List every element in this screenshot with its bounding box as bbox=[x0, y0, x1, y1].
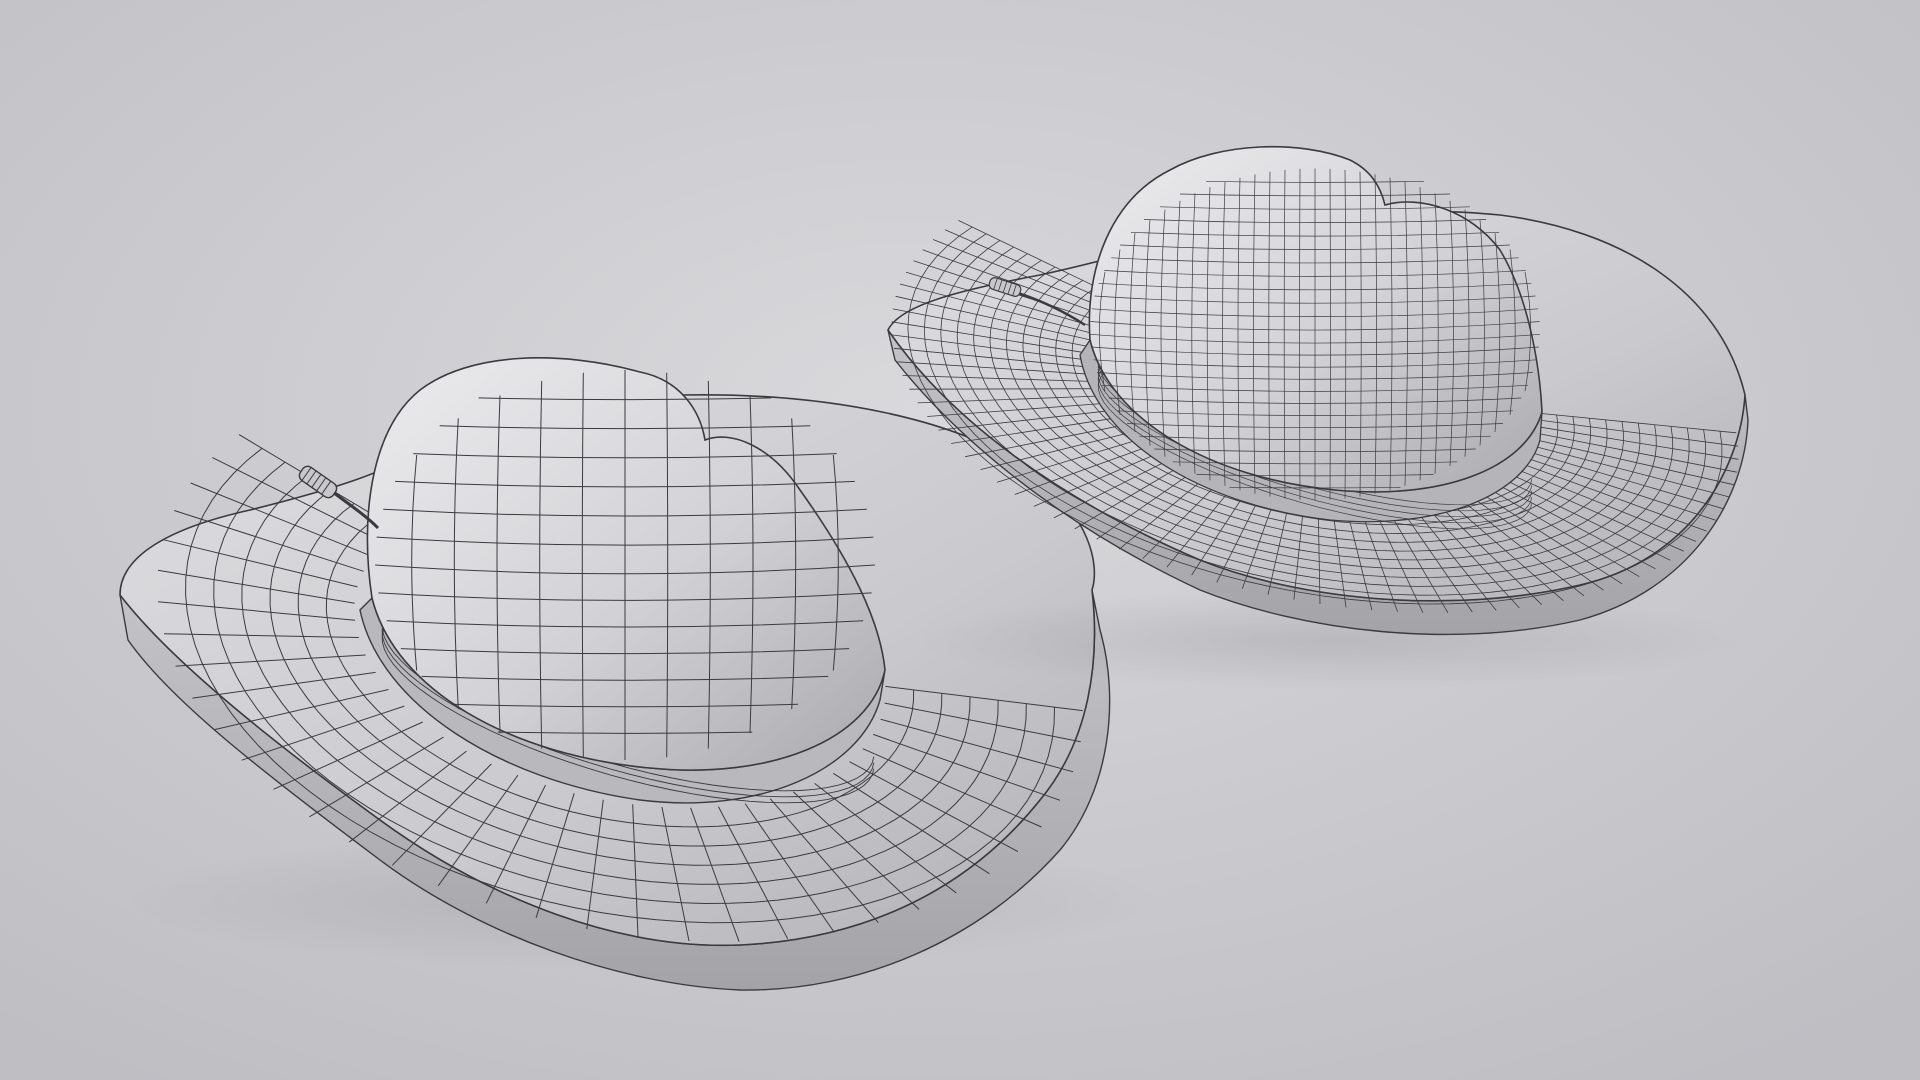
brim-spoke-line bbox=[909, 388, 1099, 390]
render-viewport bbox=[0, 0, 1920, 1080]
